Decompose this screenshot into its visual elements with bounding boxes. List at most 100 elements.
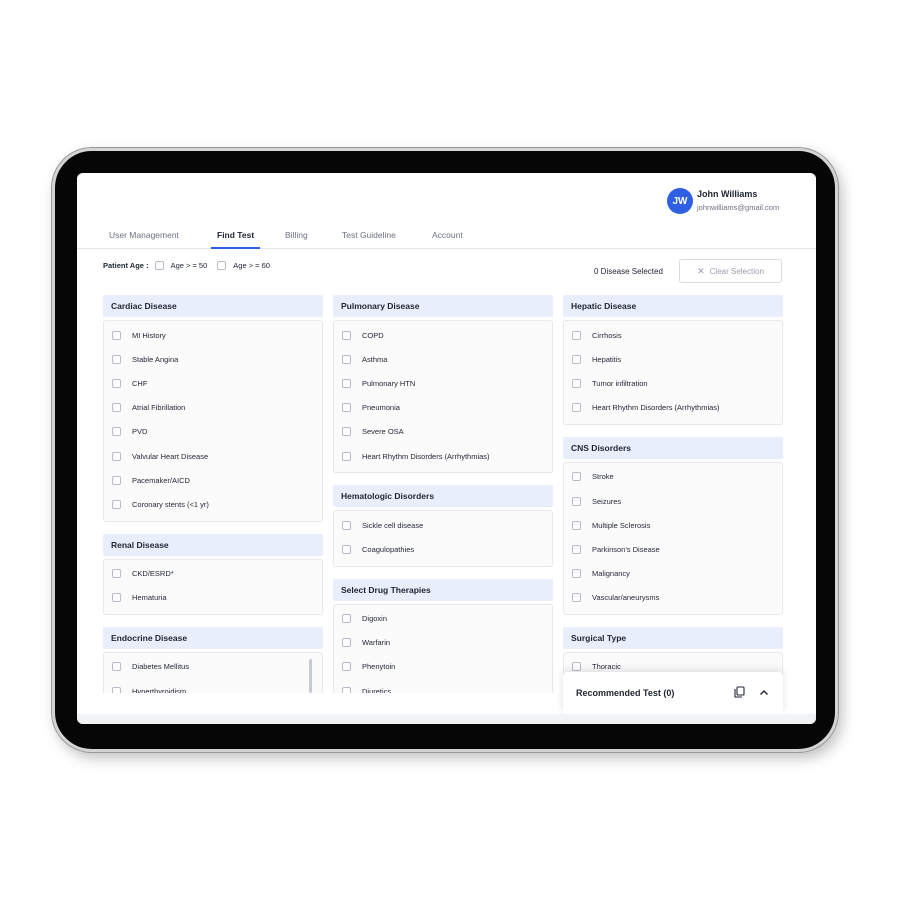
checkbox-item[interactable]: Multiple Sclerosis	[564, 513, 782, 537]
checkbox[interactable]	[342, 662, 351, 672]
checkbox-item[interactable]: Pneumonia	[334, 396, 552, 420]
tab-billing[interactable]: Billing	[285, 230, 308, 240]
tab-find-test[interactable]: Find Test	[217, 230, 254, 240]
checkbox[interactable]	[572, 544, 581, 554]
checkbox[interactable]	[112, 662, 121, 672]
checkbox[interactable]	[342, 427, 351, 437]
checkbox-item[interactable]: Atrial Fibrillation	[104, 396, 322, 420]
checkbox-item[interactable]: Parkinson's Disease	[564, 537, 782, 561]
app-screen: JW John Williams johnwilliams@gmail.com …	[77, 173, 816, 724]
section-pulmonary: Pulmonary Disease COPD Asthma Pulmonary HTN…	[333, 295, 553, 474]
chevron-up-icon[interactable]	[759, 689, 769, 696]
age-50-checkbox[interactable]	[154, 261, 164, 270]
age-60-label: Age > = 60	[233, 261, 270, 270]
checkbox-item[interactable]: Stroke	[564, 465, 782, 489]
age-60-option[interactable]: Age > = 60	[217, 261, 270, 270]
avatar[interactable]: JW	[667, 188, 693, 214]
checkbox[interactable]	[342, 520, 351, 530]
checkbox-item[interactable]: Malignancy	[564, 562, 782, 586]
checkbox-item[interactable]: CHF	[104, 371, 322, 395]
checkbox[interactable]	[342, 638, 351, 648]
checkbox[interactable]	[342, 451, 351, 461]
checkbox-item[interactable]: Phenytoin	[334, 655, 552, 679]
age-50-option[interactable]: Age > = 50	[154, 261, 207, 270]
checkbox-item[interactable]: Diabetes Mellitus	[104, 655, 322, 679]
checkbox[interactable]	[342, 686, 351, 693]
checkbox[interactable]	[112, 569, 121, 579]
checkbox-item[interactable]: Heart Rhythm Disorders (Arrhythmias)	[564, 396, 782, 420]
checkbox[interactable]	[572, 520, 581, 530]
checkbox[interactable]	[112, 427, 121, 437]
section-hepatic: Hepatic Disease Cirrhosis Hepatitis Tumor i…	[563, 295, 783, 425]
tab-account[interactable]: Account	[432, 230, 463, 240]
checkbox-item[interactable]: Severe OSA	[334, 420, 552, 444]
checkbox-item[interactable]: Cirrhosis	[564, 323, 782, 347]
checkbox[interactable]	[112, 378, 121, 388]
checkbox-item[interactable]: Pacemaker/AICD	[104, 468, 322, 492]
checkbox[interactable]	[572, 403, 581, 413]
tab-test-guideline[interactable]: Test Guideline	[342, 230, 396, 240]
checkbox[interactable]	[342, 330, 351, 340]
screen-footer-strip	[77, 714, 816, 724]
checkbox-item[interactable]: Coagulopathies	[334, 537, 552, 561]
checkbox[interactable]	[112, 403, 121, 413]
checkbox-label: Hepatitis	[592, 354, 622, 364]
user-profile[interactable]: JW John Williams johnwilliams@gmail.com	[667, 188, 779, 214]
section-list: Diabetes Mellitus Hyperthyroidism	[103, 651, 323, 693]
checkbox[interactable]	[112, 499, 121, 509]
checkbox-item[interactable]: Hepatitis	[564, 347, 782, 371]
recommended-test-panel[interactable]: Recommended Test (0)	[563, 672, 783, 714]
checkbox-label: Diuretics	[362, 686, 392, 693]
checkbox-item[interactable]: Warfarin	[334, 631, 552, 655]
checkbox[interactable]	[572, 354, 581, 364]
patient-age-label: Patient Age :	[103, 261, 149, 270]
checkbox-item[interactable]: Hematuria	[104, 586, 322, 610]
checkbox-item[interactable]: Valvular Heart Disease	[104, 444, 322, 468]
checkbox-label: Heart Rhythm Disorders (Arrhythmias)	[592, 403, 720, 413]
checkbox[interactable]	[572, 569, 581, 579]
checkbox[interactable]	[112, 475, 121, 485]
checkbox-item[interactable]: Seizures	[564, 489, 782, 513]
section-title: Hepatic Disease	[563, 295, 783, 317]
checkbox[interactable]	[572, 593, 581, 603]
checkbox-item[interactable]: Tumor infiltration	[564, 371, 782, 395]
checkbox-item[interactable]: COPD	[334, 323, 552, 347]
scrollbar[interactable]	[309, 658, 312, 693]
checkbox[interactable]	[112, 686, 121, 693]
checkbox-item[interactable]: Heart Rhythm Disorders (Arrhythmias)	[334, 444, 552, 468]
checkbox[interactable]	[572, 378, 581, 388]
checkbox[interactable]	[112, 330, 121, 340]
checkbox[interactable]	[342, 403, 351, 413]
checkbox-item[interactable]: Digoxin	[334, 607, 552, 631]
checkbox[interactable]	[572, 472, 581, 482]
checkbox-item[interactable]: Stable Angina	[104, 347, 322, 371]
checkbox-label: Warfarin	[362, 638, 391, 648]
checkbox[interactable]	[342, 354, 351, 364]
checkbox-item[interactable]: MI History	[104, 323, 322, 347]
checkbox-item[interactable]: Hyperthyroidism	[104, 679, 322, 693]
column-middle: Pulmonary Disease COPD Asthma Pulmonary HTN…	[333, 295, 553, 693]
section-renal: Renal Disease CKD/ESRD* Hematuria	[103, 533, 323, 615]
checkbox-item[interactable]: Diuretics	[334, 679, 552, 693]
checkbox-item[interactable]: Vascular/aneurysms	[564, 586, 782, 610]
tab-user-management[interactable]: User Management	[109, 230, 179, 240]
checkbox-item[interactable]: Coronary stents (<1 yr)	[104, 492, 322, 516]
checkbox[interactable]	[342, 378, 351, 388]
checkbox[interactable]	[112, 354, 121, 364]
checkbox-item[interactable]: PVD	[104, 420, 322, 444]
checkbox[interactable]	[112, 593, 121, 603]
copy-icon[interactable]	[734, 686, 745, 698]
checkbox[interactable]	[572, 662, 581, 672]
checkbox[interactable]	[342, 614, 351, 624]
checkbox-item[interactable]: Sickle cell disease	[334, 513, 552, 537]
clear-selection-button[interactable]: ✕ Clear Selection	[679, 259, 782, 283]
checkbox[interactable]	[112, 451, 121, 461]
checkbox-item[interactable]: CKD/ESRD*	[104, 562, 322, 586]
checkbox-item[interactable]: Pulmonary HTN	[334, 371, 552, 395]
checkbox[interactable]	[572, 330, 581, 340]
checkbox[interactable]	[342, 544, 351, 554]
checkbox-item[interactable]: Asthma	[334, 347, 552, 371]
age-60-checkbox[interactable]	[217, 261, 227, 270]
checkbox[interactable]	[572, 496, 581, 506]
section-drug: Select Drug Therapies Digoxin Warfarin Phen…	[333, 578, 553, 693]
